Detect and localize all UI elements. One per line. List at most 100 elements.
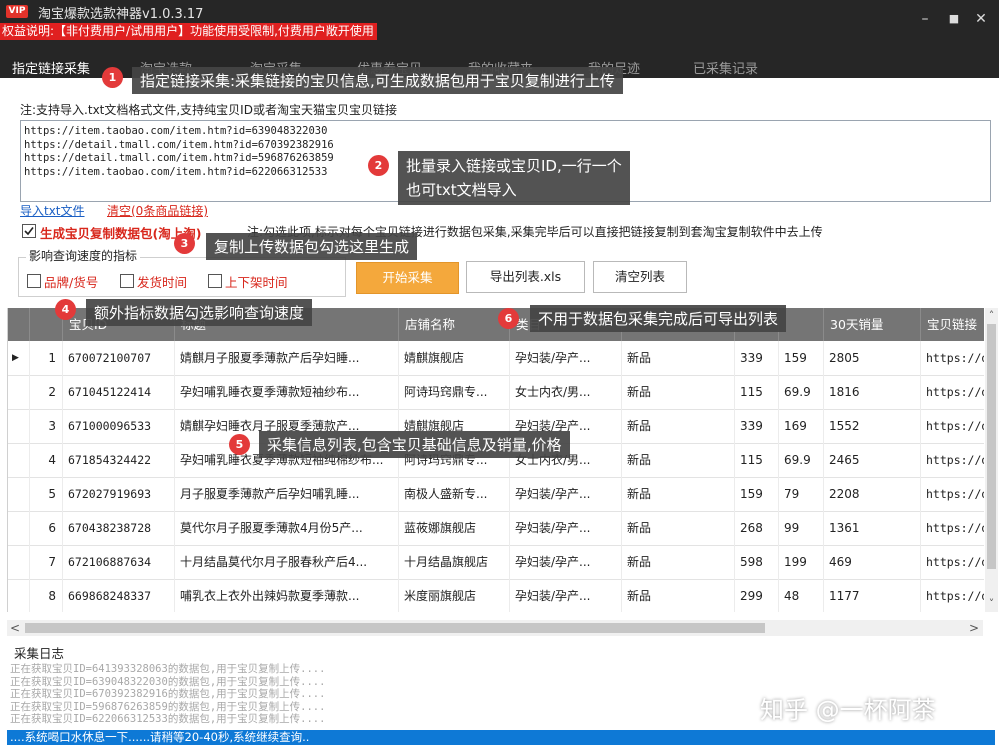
log-line: 正在获取宝贝ID=641393328063的数据包,用于宝贝复制上传.... — [10, 663, 326, 675]
results-table: 宝贝ID 标题 店铺名称 类目 30天销量 宝贝链接 ▶167007210070… — [7, 308, 984, 612]
cell-price: 268 — [735, 511, 779, 545]
cell-title: 十月结晶莫代尔月子服春秋产后4... — [175, 545, 399, 579]
ship-time-checkbox[interactable] — [120, 274, 134, 288]
cell-shop: 南极人盛新专... — [399, 477, 510, 511]
annotation-callout-2-line1: 批量录入链接或宝贝ID,一行一个 — [406, 157, 622, 175]
column-header-30day-sales[interactable]: 30天销量 — [824, 308, 921, 341]
annotation-callout-2: 批量录入链接或宝贝ID,一行一个 也可txt文档导入 — [398, 151, 630, 205]
listing-time-label: 上下架时间 — [225, 275, 288, 290]
table-row[interactable]: 5 672027919693 月子服夏季薄款产后孕妇哺乳睡... 南极人盛新专... 孕… — [8, 477, 984, 512]
annotation-callout-2-line2: 也可txt文档导入 — [406, 181, 517, 199]
annotation-badge-6: 6 — [498, 308, 519, 329]
cell-status: 新品 — [622, 579, 735, 612]
brand-sku-label: 品牌/货号 — [44, 275, 99, 290]
cell-category: 孕妇装/孕产... — [510, 341, 622, 375]
cell-item-link: https://d — [921, 341, 984, 375]
row-indicator — [8, 375, 30, 409]
brand-sku-checkbox[interactable] — [27, 274, 41, 288]
cell-item-link: https://d — [921, 477, 984, 511]
row-number: 6 — [30, 511, 63, 545]
table-row[interactable]: 8 669868248337 哺乳衣上衣外出辣妈款夏季薄款... 米度丽旗舰店 孕妇装/… — [8, 579, 984, 612]
import-txt-link[interactable]: 导入txt文件 — [20, 202, 85, 219]
horizontal-scroll-thumb[interactable] — [25, 623, 765, 633]
cell-item-id: 670072100707 — [63, 341, 175, 375]
app-title: 淘宝爆款选款神器v1.0.3.17 — [38, 7, 204, 22]
scroll-right-icon[interactable]: > — [969, 620, 979, 636]
cell-status: 新品 — [622, 409, 735, 443]
row-indicator — [8, 579, 30, 612]
cell-status: 新品 — [622, 375, 735, 409]
vertical-scrollbar[interactable]: ˄ ˅ — [985, 308, 998, 612]
scroll-left-icon[interactable]: < — [10, 620, 20, 636]
speed-options-title: 影响查询速度的指标 — [26, 247, 141, 264]
cell-title: 莫代尔月子服夏季薄款4月份5产... — [175, 511, 399, 545]
column-header — [8, 308, 30, 341]
annotation-callout-1: 指定链接采集:采集链接的宝贝信息,可生成数据包用于宝贝复制进行上传 — [132, 67, 623, 94]
column-header-item-link[interactable]: 宝贝链接 — [921, 308, 984, 341]
clear-links-link[interactable]: 清空(0条商品链接) — [107, 202, 208, 219]
row-number: 7 — [30, 545, 63, 579]
cell-item-link: https://d — [921, 375, 984, 409]
annotation-badge-5: 5 — [229, 434, 250, 455]
table-row[interactable]: 6 670438238728 莫代尔月子服夏季薄款4月份5产... 蓝莜娜旗舰店 孕妇装… — [8, 511, 984, 546]
cell-price: 339 — [735, 341, 779, 375]
annotation-badge-1: 1 — [102, 67, 123, 88]
cell-price: 115 — [735, 375, 779, 409]
watermark: 知乎 @一杯阿茶 — [760, 696, 936, 724]
table-row[interactable]: 7 672106887634 十月结晶莫代尔月子服春秋产后4... 十月结晶旗舰店 孕妇… — [8, 545, 984, 580]
active-tab-indicator — [50, 79, 64, 87]
annotation-callout-3: 复制上传数据包勾选这里生成 — [206, 233, 418, 260]
row-number: 2 — [30, 375, 63, 409]
cell-item-id: 671000096533 — [63, 409, 175, 443]
column-header-shop[interactable]: 店铺名称 — [399, 308, 510, 341]
row-indicator — [8, 545, 30, 579]
generate-package-checkbox[interactable] — [22, 224, 36, 238]
annotation-badge-2: 2 — [368, 155, 389, 176]
table-row[interactable]: 2 671045122414 孕妇哺乳睡衣夏季薄款短袖纱布... 阿诗玛窍鼎专... 女… — [8, 375, 984, 410]
cell-status: 新品 — [622, 545, 735, 579]
cell-30day-sales: 1361 — [824, 511, 921, 545]
cell-30day-sales: 2208 — [824, 477, 921, 511]
minimize-button[interactable]: – — [912, 8, 938, 30]
vertical-scroll-thumb[interactable] — [987, 324, 996, 569]
close-button[interactable]: ✕ — [968, 8, 994, 30]
row-number: 4 — [30, 443, 63, 477]
cell-item-id: 669868248337 — [63, 579, 175, 612]
cell-title: 月子服夏季薄款产后孕妇哺乳睡... — [175, 477, 399, 511]
listing-time-checkbox[interactable] — [208, 274, 222, 288]
cell-item-link: https://d — [921, 511, 984, 545]
cell-status: 新品 — [622, 477, 735, 511]
cell-title: 哺乳衣上衣外出辣妈款夏季薄款... — [175, 579, 399, 612]
cell-30day-sales: 2465 — [824, 443, 921, 477]
start-collect-button[interactable]: 开始采集 — [356, 262, 459, 294]
row-indicator — [8, 477, 30, 511]
scroll-up-icon[interactable]: ˄ — [985, 308, 998, 322]
checkmark-icon — [24, 227, 34, 236]
annotation-callout-5: 采集信息列表,包含宝贝基础信息及销量,价格 — [259, 431, 570, 458]
annotation-badge-3: 3 — [174, 233, 195, 254]
maximize-button[interactable]: ■ — [941, 8, 967, 30]
tab-link-collect[interactable]: 指定链接采集 — [12, 58, 90, 77]
row-number: 5 — [30, 477, 63, 511]
cell-item-link: https://d — [921, 409, 984, 443]
cell-shop: 阿诗玛窍鼎专... — [399, 375, 510, 409]
cell-item-id: 672027919693 — [63, 477, 175, 511]
cell-shop: 蓝莜娜旗舰店 — [399, 511, 510, 545]
cell-price-2: 48 — [779, 579, 824, 612]
cell-item-id: 671854324422 — [63, 443, 175, 477]
tab-collected-records[interactable]: 已采集记录 — [693, 58, 758, 77]
scroll-down-icon[interactable]: ˅ — [985, 598, 998, 612]
row-number: 1 — [30, 341, 63, 375]
table-row[interactable]: ▶ 1 670072100707 婧麒月子服夏季薄款产后孕妇睡... 婧麒旗舰店 孕妇装/… — [8, 341, 984, 376]
cell-price-2: 199 — [779, 545, 824, 579]
status-bar: ....系统喝口水休息一下......请稍等20-40秒,系统继续查询.. — [7, 730, 995, 745]
cell-price-2: 169 — [779, 409, 824, 443]
cell-item-id: 670438238728 — [63, 511, 175, 545]
horizontal-scrollbar[interactable]: < > — [7, 620, 983, 636]
clear-list-button[interactable]: 清空列表 — [593, 261, 687, 293]
log-line: 正在获取宝贝ID=639048322030的数据包,用于宝贝复制上传.... — [10, 675, 326, 688]
export-xls-button[interactable]: 导出列表.xls — [466, 261, 585, 293]
cell-item-link: https://d — [921, 579, 984, 612]
cell-price-2: 69.9 — [779, 375, 824, 409]
row-number: 8 — [30, 579, 63, 612]
